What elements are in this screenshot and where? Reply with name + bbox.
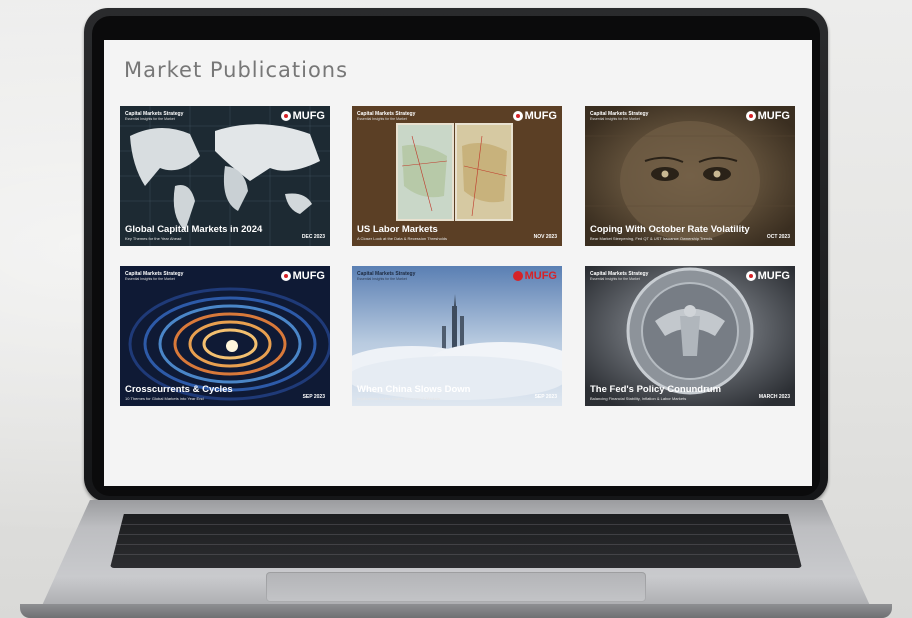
card-date: MARCH 2023 (758, 394, 790, 400)
mufg-logo: MUFG (745, 270, 790, 282)
publication-card[interactable]: Capital Markets Strategy Essential Insig… (352, 106, 562, 246)
mufg-logo: MUFG (745, 110, 790, 122)
publication-card[interactable]: Capital Markets Strategy Essential Insig… (585, 266, 795, 406)
card-subtitle: Key Themes for the Year Ahead (125, 236, 182, 241)
card-date: SEP 2023 (302, 394, 325, 400)
series-tagline: Essential Insights for the Market (125, 117, 175, 121)
card-title: Coping With October Rate Volatility (590, 224, 750, 235)
mufg-logo: MUFG (512, 110, 557, 122)
laptop-front-edge (20, 604, 892, 618)
keyboard (110, 514, 802, 568)
logo-mark-icon (280, 111, 291, 121)
card-title: US Labor Markets (357, 224, 438, 235)
card-date: NOV 2023 (533, 234, 557, 240)
card-date: SEP 2023 (534, 394, 557, 400)
card-title: Crosscurrents & Cycles (125, 384, 233, 395)
card-date: OCT 2023 (766, 234, 790, 240)
publication-card[interactable]: Capital Markets Strategy Essential Insig… (585, 106, 795, 246)
series-tagline: Essential Insights for the Market (125, 277, 175, 281)
laptop-screen: Market Publications Capital Markets Stra… (104, 40, 812, 486)
logo-mark-icon (512, 111, 523, 121)
series-tagline: Essential Insights for the Market (357, 117, 407, 121)
mufg-logo: MUFG (512, 270, 557, 282)
logo-mark-icon (280, 271, 291, 281)
publication-card[interactable]: Capital Markets Strategy Essential Insig… (352, 266, 562, 406)
logo-mark-icon (745, 111, 756, 121)
card-title: Global Capital Markets in 2024 (125, 224, 263, 235)
trackpad (266, 572, 646, 602)
logo-mark-icon (745, 271, 756, 281)
card-subtitle: Balancing Financial Stability, Inflation… (590, 396, 687, 401)
card-title: When China Slows Down (357, 384, 471, 395)
card-subtitle: 10 Themes for Global Markets into Year E… (125, 396, 204, 401)
logo-mark-icon (512, 271, 523, 281)
card-subtitle: Bear Market Steepening, Fed QT & UST Iss… (590, 236, 713, 241)
mufg-logo: MUFG (280, 110, 325, 122)
card-subtitle: Implications for the Global Economy & Ma… (357, 396, 441, 401)
publication-card[interactable]: Capital Markets Strategy Essential Insig… (120, 266, 330, 406)
series-tagline: Essential Insights for the Market (357, 277, 407, 281)
series-tagline: Essential Insights for the Market (590, 117, 640, 121)
mufg-logo: MUFG (280, 270, 325, 282)
card-date: DEC 2023 (301, 234, 325, 240)
publication-grid: Capital Markets Strategy Essential Insig… (120, 106, 796, 406)
card-title: The Fed's Policy Conundrum (590, 384, 722, 395)
card-subtitle: A Closer Look at the Data & Recession Th… (357, 236, 447, 241)
publication-card[interactable]: Capital Markets Strategy Essential Insig… (120, 106, 330, 246)
page-title: Market Publications (124, 58, 349, 82)
series-tagline: Essential Insights for the Market (590, 277, 640, 281)
